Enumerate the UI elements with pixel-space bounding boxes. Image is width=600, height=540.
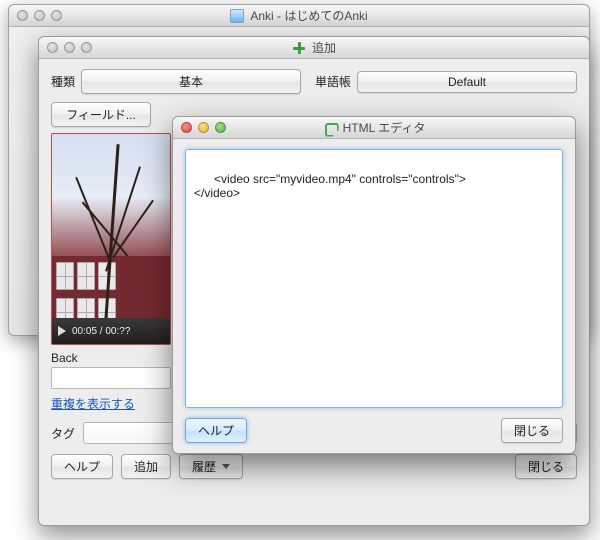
close-icon[interactable] bbox=[47, 42, 58, 53]
deck-label: 単語帳 bbox=[315, 73, 351, 90]
minimize-icon[interactable] bbox=[64, 42, 75, 53]
zoom-icon[interactable] bbox=[51, 10, 62, 21]
minimize-icon[interactable] bbox=[198, 122, 209, 133]
chevron-down-icon bbox=[222, 464, 230, 469]
type-label: 種類 bbox=[51, 73, 75, 90]
html-editor-content: <video src="myvideo.mp4" controls="contr… bbox=[194, 172, 466, 200]
help-button[interactable]: ヘルプ bbox=[185, 418, 247, 443]
editor-traffic-lights bbox=[173, 122, 226, 133]
main-titlebar: Anki - はじめてのAnki bbox=[9, 5, 589, 27]
editor-titlebar: HTML エディタ bbox=[173, 117, 575, 139]
help-button[interactable]: ヘルプ bbox=[51, 454, 113, 479]
editor-body: <video src="myvideo.mp4" controls="contr… bbox=[173, 139, 575, 453]
main-window-title: Anki - はじめてのAnki bbox=[9, 7, 589, 24]
html-editor-window: HTML エディタ <video src="myvideo.mp4" contr… bbox=[172, 116, 576, 454]
close-button[interactable]: 閉じる bbox=[501, 418, 563, 443]
editor-window-title-text: HTML エディタ bbox=[343, 119, 426, 136]
video-controls[interactable]: 00:05 / 00:?? bbox=[52, 318, 170, 344]
plus-icon bbox=[292, 41, 306, 55]
add-window-title-text: 追加 bbox=[312, 39, 336, 56]
back-field-input[interactable] bbox=[51, 367, 171, 389]
main-traffic-lights bbox=[9, 10, 62, 21]
minimize-icon[interactable] bbox=[34, 10, 45, 21]
close-icon[interactable] bbox=[17, 10, 28, 21]
history-button[interactable]: 履歴 bbox=[179, 454, 243, 479]
main-window-title-text: Anki - はじめてのAnki bbox=[250, 7, 367, 24]
add-titlebar: 追加 bbox=[39, 37, 589, 59]
fields-button[interactable]: フィールド... bbox=[51, 102, 151, 127]
show-duplicates-link[interactable]: 重複を表示する bbox=[51, 395, 135, 412]
anki-app-icon bbox=[230, 9, 244, 23]
tag-label: タグ bbox=[51, 425, 75, 442]
editor-icon bbox=[323, 121, 337, 135]
zoom-icon[interactable] bbox=[215, 122, 226, 133]
type-deck-row: 種類 基本 単語帳 Default bbox=[51, 69, 577, 94]
add-bottom-bar: ヘルプ 追加 履歴 閉じる bbox=[51, 454, 577, 479]
video-time: 00:05 / 00:?? bbox=[72, 326, 130, 337]
add-traffic-lights bbox=[39, 42, 92, 53]
editor-bottom-bar: ヘルプ 閉じる bbox=[185, 418, 563, 443]
close-icon[interactable] bbox=[181, 122, 192, 133]
add-button[interactable]: 追加 bbox=[121, 454, 171, 479]
note-type-value: 基本 bbox=[179, 75, 203, 89]
front-field-video[interactable]: 00:05 / 00:?? bbox=[51, 133, 171, 345]
add-window-title: 追加 bbox=[39, 39, 589, 56]
note-type-button[interactable]: 基本 bbox=[81, 69, 301, 94]
close-button[interactable]: 閉じる bbox=[515, 454, 577, 479]
editor-window-title: HTML エディタ bbox=[173, 119, 575, 136]
deck-button[interactable]: Default bbox=[357, 71, 577, 93]
play-icon[interactable] bbox=[58, 326, 66, 336]
zoom-icon[interactable] bbox=[81, 42, 92, 53]
html-editor-textarea[interactable]: <video src="myvideo.mp4" controls="contr… bbox=[185, 149, 563, 408]
deck-value: Default bbox=[448, 75, 486, 89]
